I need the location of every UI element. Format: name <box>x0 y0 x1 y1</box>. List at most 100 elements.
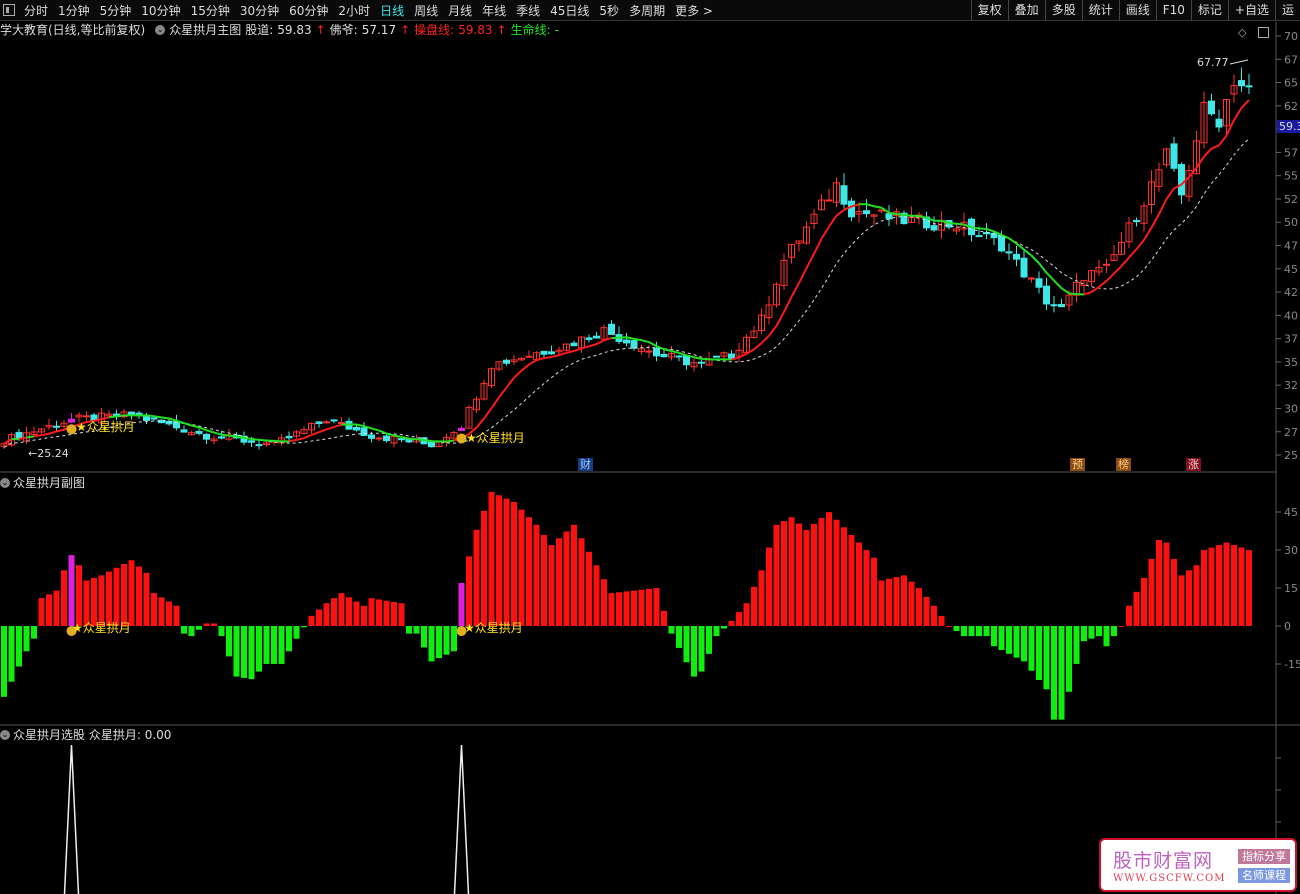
sub-signal-label: ★众星拱月 <box>464 621 523 635</box>
histogram-bar <box>8 626 15 682</box>
histogram-bar <box>241 626 247 678</box>
caopan-line-segment <box>258 438 267 442</box>
histogram-bar <box>556 538 562 626</box>
histogram-bar <box>121 564 127 626</box>
histogram-bar <box>661 610 667 626</box>
histogram-bar <box>61 570 67 626</box>
histogram-bar <box>376 599 382 626</box>
caopan-line-segment <box>251 438 260 441</box>
caopan-line-segment <box>1150 213 1160 229</box>
caopan-line-segment <box>626 336 635 340</box>
candle-body <box>398 438 405 441</box>
caopan-line-segment <box>423 439 432 443</box>
histogram-bar <box>1126 605 1132 626</box>
candle-body <box>248 440 255 443</box>
candle-body <box>825 199 833 202</box>
histogram-bar <box>196 626 202 630</box>
kline-chart[interactable]: 70 67 65 62 57 55 52 50 47 45 42 40 37 35 32 30 27 25 45 30… <box>0 0 1300 894</box>
histogram-bar <box>188 626 195 637</box>
caopan-line-segment <box>543 355 552 360</box>
histogram-bar <box>826 512 832 626</box>
axis-label: 52 <box>1284 193 1298 206</box>
candle-body <box>323 421 330 424</box>
caopan-line-segment <box>1188 167 1198 178</box>
histogram-bar <box>53 590 60 626</box>
histogram-bar <box>1081 626 1087 642</box>
signal-label: ★众星拱月 <box>466 431 525 445</box>
candle-body <box>930 225 938 231</box>
caopan-line-segment <box>558 351 567 357</box>
panel-layout-icon[interactable] <box>1258 27 1269 38</box>
histogram-bar <box>1246 550 1252 626</box>
caopan-line-segment <box>596 339 605 345</box>
histogram-bar <box>923 596 930 626</box>
candle-body <box>338 422 345 425</box>
bottom-title-text: 众星拱月选股 <box>13 728 86 742</box>
caopan-line-segment <box>1060 287 1070 295</box>
diamond-icon[interactable]: ◇ <box>1238 26 1246 39</box>
caopan-line-segment <box>116 414 125 418</box>
histogram-bar <box>323 603 330 626</box>
axis-label: 15 <box>1284 582 1298 595</box>
axis-label: 70 <box>1284 30 1298 43</box>
low-price-label: ←25.24 <box>28 447 69 460</box>
event-badge-bang[interactable]: 榜 <box>1116 458 1131 471</box>
caopan-line-segment <box>566 350 575 354</box>
caopan-line-segment <box>371 427 380 432</box>
caopan-line-segment <box>168 417 177 422</box>
histogram-bar <box>563 531 570 626</box>
histogram-bar <box>16 626 22 667</box>
caopan-line-segment <box>378 429 387 435</box>
histogram-bar <box>871 557 877 626</box>
caopan-line-segment <box>483 407 493 420</box>
caopan-line-segment <box>745 348 755 355</box>
histogram-bar <box>946 626 952 627</box>
caopan-line-segment <box>760 334 770 344</box>
caopan-line-segment <box>408 437 417 441</box>
histogram-bar <box>503 498 510 626</box>
caopan-line-segment <box>888 211 897 215</box>
caopan-line-segment <box>1038 262 1048 274</box>
histogram-bar <box>991 626 997 647</box>
candle-body <box>1133 219 1140 223</box>
axis-label: 32 <box>1284 379 1298 392</box>
histogram-bar <box>758 570 765 626</box>
caopan-line-segment <box>768 325 778 337</box>
caopan-line-segment <box>146 414 155 418</box>
histogram-bar <box>353 601 360 626</box>
histogram-bar <box>1208 547 1215 626</box>
candle-body <box>1043 285 1050 305</box>
histogram-bar <box>166 601 172 626</box>
histogram-bar <box>1171 558 1177 626</box>
histogram-bar <box>1043 626 1050 690</box>
histogram-bar <box>1216 545 1222 626</box>
caopan-line-segment <box>835 209 845 217</box>
histogram-bar <box>541 534 547 626</box>
caopan-line-segment <box>311 431 320 436</box>
event-badge-yu[interactable]: 预 <box>1070 458 1085 471</box>
candle-body <box>698 361 705 364</box>
histogram-bar <box>1088 626 1095 639</box>
watermark-tag2: 名师课程 <box>1238 868 1290 883</box>
event-badge-cai[interactable]: 财 <box>578 458 593 471</box>
high-arrow-icon <box>1229 59 1249 65</box>
caopan-line-segment <box>288 438 297 443</box>
indicator-dropdown-icon[interactable]: ⌄ <box>0 477 10 488</box>
candle-body <box>713 355 720 358</box>
histogram-bar <box>781 521 787 626</box>
histogram-bar <box>953 626 960 632</box>
caopan-line-segment <box>446 439 455 443</box>
histogram-bar <box>1111 626 1117 637</box>
histogram-bar <box>998 626 1005 651</box>
indicator-dropdown-icon[interactable]: ⌄ <box>0 729 10 740</box>
sub-title-text: 众星拱月副图 <box>13 476 86 490</box>
caopan-line-segment <box>866 203 875 208</box>
candle-body <box>998 235 1005 252</box>
candle-body <box>1245 85 1253 88</box>
caopan-line-segment <box>633 337 642 342</box>
histogram-bar <box>706 626 712 654</box>
caopan-line-segment <box>678 351 687 357</box>
histogram-bar <box>451 626 457 652</box>
event-badge-zhang[interactable]: 涨 <box>1186 458 1201 471</box>
histogram-bar <box>443 626 450 655</box>
